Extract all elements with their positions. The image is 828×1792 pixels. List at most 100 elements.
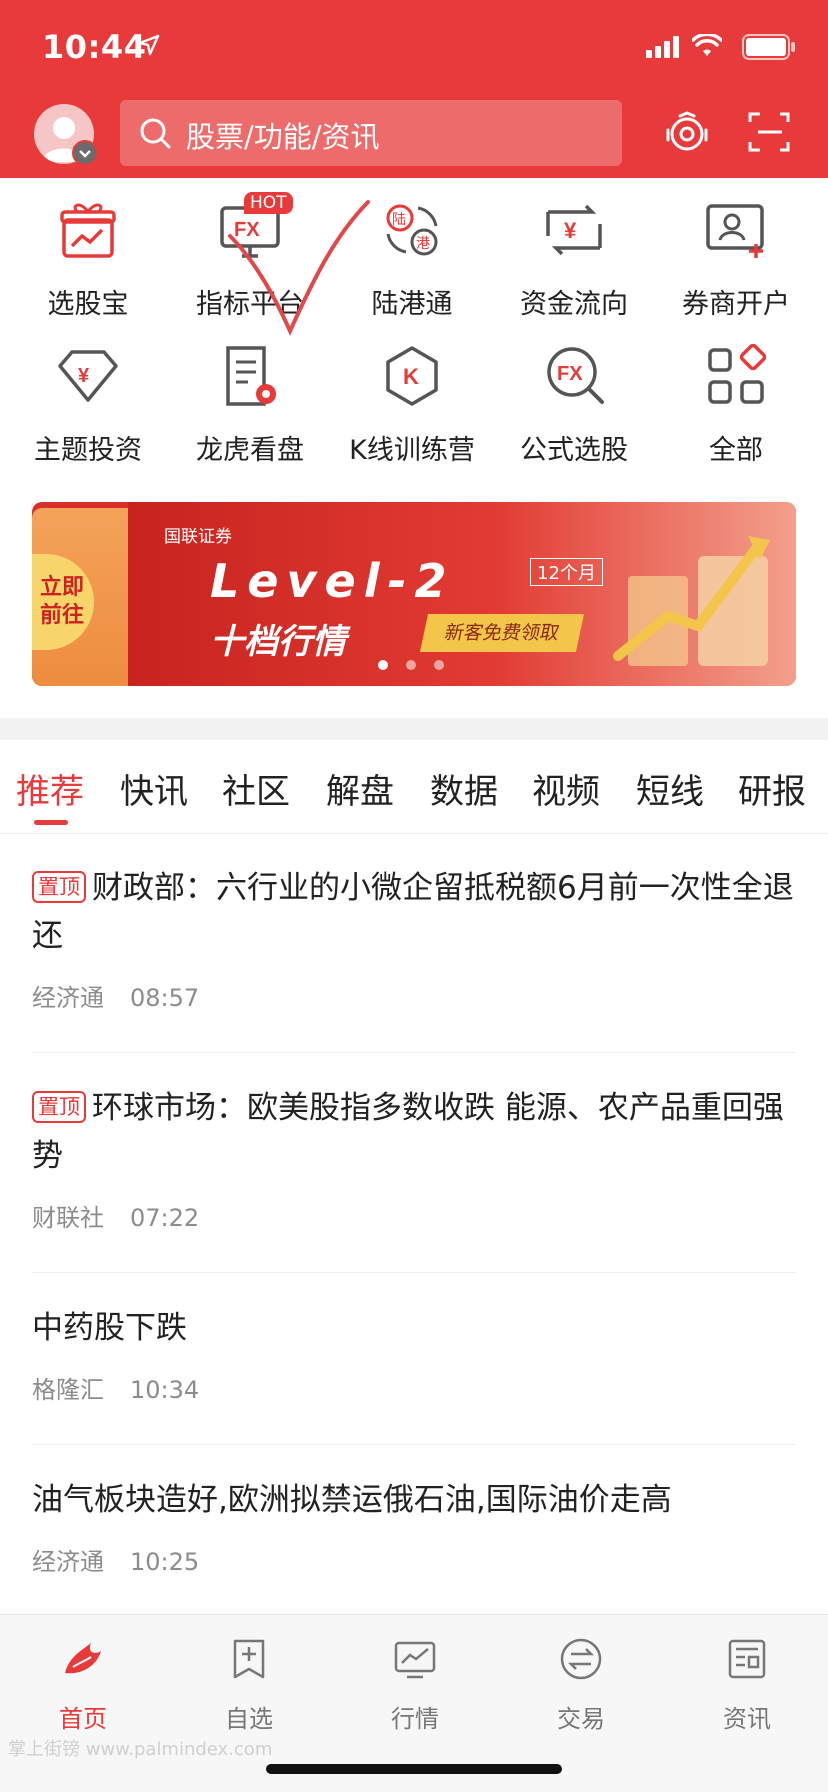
tab-video[interactable]: 视频 <box>532 764 600 813</box>
svg-text:¥: ¥ <box>78 365 90 387</box>
feature-label: 选股宝 <box>47 289 129 320</box>
banner-months: 12个月 <box>530 558 603 586</box>
news-title-text: 油气板块造好,欧洲拟禁运俄石油,国际油价走高 <box>32 1482 672 1518</box>
nav-watchlist[interactable]: 自选 <box>166 1629 332 1733</box>
cellular-signal-icon <box>646 36 679 58</box>
svg-text:FX: FX <box>234 219 260 241</box>
tab-research[interactable]: 研报 <box>738 764 806 813</box>
status-time: 10:44 <box>42 28 147 66</box>
news-title: 置顶 环球市场：欧美股指多数收跌 能源、农产品重回强势 <box>32 1084 796 1180</box>
location-arrow-icon <box>138 34 160 56</box>
k-hexagon-icon: K <box>386 346 438 406</box>
news-source: 经济通 <box>32 984 104 1012</box>
svg-text:陆: 陆 <box>392 212 406 228</box>
svg-text:K: K <box>403 364 419 389</box>
watermark-text: 掌上街镑 www.palmindex.com <box>8 1739 273 1760</box>
news-meta: 经济通 08:57 <box>32 978 796 1013</box>
section-divider <box>0 718 828 740</box>
home-flame-icon <box>65 1643 101 1674</box>
nav-trade[interactable]: 交易 <box>498 1629 664 1733</box>
promo-banner[interactable]: 立即前往 国联证券 Level-2 12个月 十档行情 新客免费领取 <box>32 502 796 686</box>
exchange-circle-icon <box>560 1638 602 1680</box>
tab-shortline[interactable]: 短线 <box>636 764 704 813</box>
news-divider <box>32 1444 796 1445</box>
banner-go-button[interactable]: 立即前往 <box>32 554 94 650</box>
status-bar: 10:44 <box>0 0 828 96</box>
news-meta: 财联社 07:22 <box>32 1198 796 1233</box>
nav-market[interactable]: 行情 <box>332 1629 498 1733</box>
news-item[interactable]: 置顶 环球市场：欧美股指多数收跌 能源、农产品重回强势 财联社 07:22 <box>32 1084 796 1233</box>
banner-side-panel: 立即前往 <box>32 508 130 686</box>
yuan-exchange-icon: ¥ <box>546 204 602 256</box>
wifi-icon <box>692 34 722 56</box>
hot-badge: HOT <box>244 192 293 214</box>
news-title-text: 中药股下跌 <box>32 1310 187 1346</box>
feature-fund-flow[interactable]: ¥ 资金流向 <box>492 190 656 320</box>
news-source: 财联社 <box>32 1204 104 1232</box>
pagination-dot-active[interactable] <box>378 660 388 670</box>
banner-cta[interactable]: 新客免费领取 <box>419 614 585 652</box>
tab-recommend[interactable]: 推荐 <box>16 764 84 813</box>
feature-label: 券商开户 <box>682 289 790 320</box>
news-divider <box>32 1052 796 1053</box>
news-time: 10:34 <box>130 1376 200 1404</box>
feature-formula-select[interactable]: FX 公式选股 <box>492 336 656 466</box>
nav-label: 首页 <box>59 1705 107 1733</box>
robot-assistant-icon[interactable] <box>664 110 710 156</box>
svg-text:FX: FX <box>557 363 583 385</box>
news-meta: 格隆汇 10:34 <box>32 1370 796 1405</box>
yuan-diamond-icon: ¥ <box>58 350 118 402</box>
news-item[interactable]: 置顶 财政部：六行业的小微企留抵税额6月前一次性全退还 经济通 08:57 <box>32 864 796 1013</box>
svg-text:¥: ¥ <box>564 218 577 243</box>
news-title-text: 财政部：六行业的小微企留抵税额6月前一次性全退还 <box>32 870 794 954</box>
tab-community[interactable]: 社区 <box>222 764 290 813</box>
nav-home[interactable]: 首页 <box>0 1629 166 1733</box>
active-tab-indicator <box>34 820 68 825</box>
news-source: 经济通 <box>32 1548 104 1576</box>
news-divider <box>32 1272 796 1273</box>
banner-logo: 国联证券 <box>164 527 232 547</box>
home-indicator[interactable] <box>266 1764 562 1774</box>
pagination-dot[interactable] <box>406 660 416 670</box>
news-item[interactable]: 中药股下跌 格隆汇 10:34 <box>32 1304 796 1405</box>
news-time: 07:22 <box>130 1204 200 1232</box>
news-doc-icon <box>728 1639 766 1679</box>
feature-label: 龙虎看盘 <box>196 435 304 466</box>
nav-news[interactable]: 资讯 <box>664 1629 828 1733</box>
nav-label: 交易 <box>557 1705 605 1733</box>
banner-main: 国联证券 Level-2 12个月 十档行情 新客免费领取 <box>128 502 796 686</box>
news-title-text: 环球市场：欧美股指多数收跌 能源、农产品重回强势 <box>32 1090 784 1174</box>
search-input[interactable]: 股票/功能/资讯 <box>120 100 622 166</box>
feature-label: K线训练营 <box>349 435 475 466</box>
feature-theme-invest[interactable]: ¥ 主题投资 <box>6 336 170 466</box>
feature-all[interactable]: 全部 <box>654 336 818 466</box>
banner-subheadline: 十档行情 <box>210 622 346 662</box>
feature-lugangtong[interactable]: 陆港 陆港通 <box>330 190 494 320</box>
svg-text:港: 港 <box>416 236 430 252</box>
gift-chart-icon <box>60 203 116 258</box>
chart-monitor-icon <box>394 1641 436 1679</box>
tab-analysis[interactable]: 解盘 <box>326 764 394 813</box>
scan-icon[interactable] <box>748 110 792 154</box>
tab-data[interactable]: 数据 <box>430 764 498 813</box>
feature-longhu[interactable]: 龙虎看盘 <box>168 336 332 466</box>
news-time: 10:25 <box>130 1548 200 1576</box>
feature-label: 资金流向 <box>520 289 628 320</box>
account-add-icon <box>706 204 764 258</box>
feature-xuangubao[interactable]: 选股宝 <box>6 190 170 320</box>
feature-broker-account[interactable]: 券商开户 <box>654 190 818 320</box>
bookmark-add-icon <box>233 1639 265 1679</box>
feature-label: 陆港通 <box>371 289 453 320</box>
battery-icon <box>742 34 795 60</box>
tab-flash[interactable]: 快讯 <box>120 764 188 813</box>
search-icon <box>140 118 171 149</box>
search-placeholder: 股票/功能/资讯 <box>186 120 380 154</box>
pinned-badge: 置顶 <box>32 871 86 903</box>
feature-kline-camp[interactable]: K K线训练营 <box>330 336 494 466</box>
avatar-dropdown-icon[interactable] <box>72 140 98 166</box>
news-tabs: 推荐 快讯 社区 解盘 数据 视频 短线 研报 <box>0 740 828 834</box>
news-item[interactable]: 油气板块造好,欧洲拟禁运俄石油,国际油价走高 经济通 10:25 <box>32 1476 796 1577</box>
pagination-dot[interactable] <box>434 660 444 670</box>
grid-all-icon <box>708 344 767 404</box>
feature-label: 全部 <box>709 435 763 466</box>
